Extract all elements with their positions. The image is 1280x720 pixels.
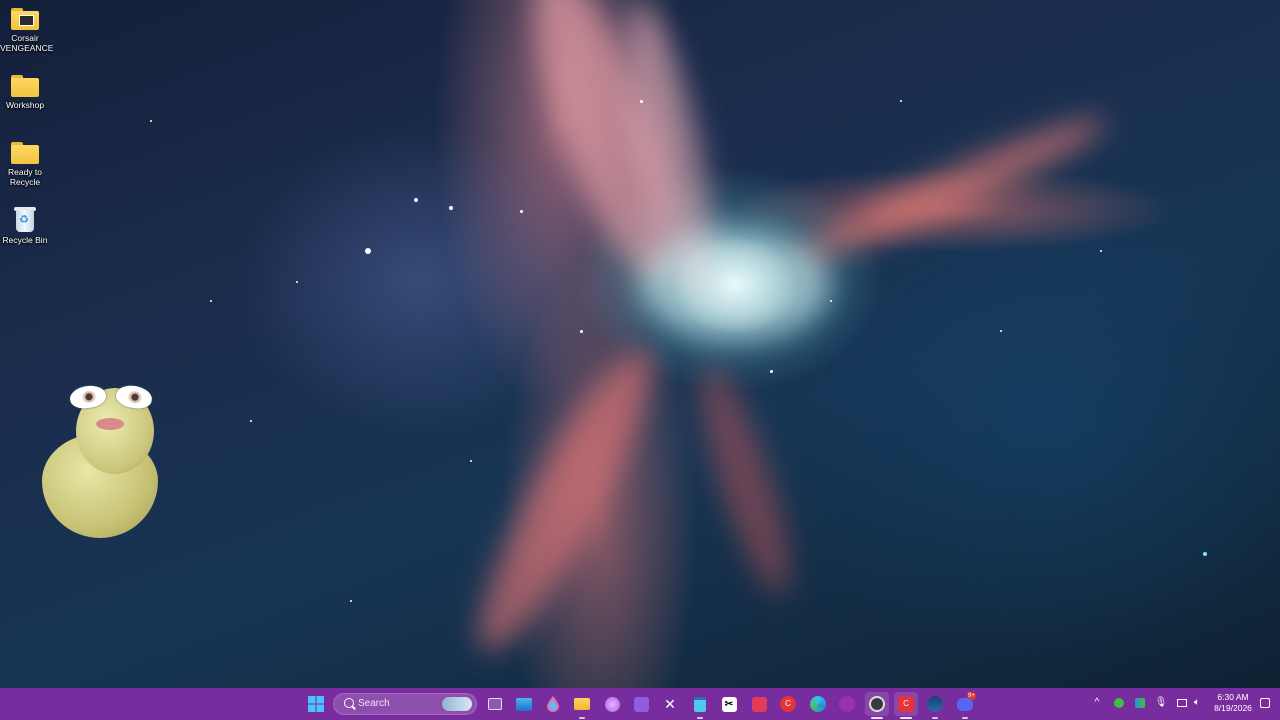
clock-date: 8/19/2026 — [1214, 703, 1252, 713]
desktop-icon-ready-to-recycle[interactable]: Ready to Recycle — [0, 142, 50, 187]
app-grid-button[interactable] — [629, 692, 653, 716]
task-view-button[interactable] — [483, 692, 507, 716]
steam-icon — [927, 696, 943, 712]
copilot-icon — [604, 696, 620, 712]
photos-button[interactable] — [512, 692, 536, 716]
tray-volume[interactable]: 🔈︎ — [1190, 696, 1204, 710]
folder-icon — [11, 75, 39, 97]
edge-button[interactable] — [806, 692, 830, 716]
display-icon — [1177, 699, 1187, 707]
canva-red-button[interactable]: C — [776, 692, 800, 716]
purple-app-icon — [839, 696, 855, 712]
app-grid-icon — [633, 696, 649, 712]
tray-microphone[interactable]: 🎙︎ — [1154, 696, 1168, 710]
desktop-icon-label: Corsair VENGEANCE — [0, 33, 54, 53]
volume-icon: 🔈︎ — [1194, 697, 1200, 708]
show-hidden-icons-button[interactable]: ^ — [1090, 696, 1104, 710]
tray-defender[interactable] — [1133, 696, 1147, 710]
search-highlight-art — [442, 697, 472, 711]
capcut-button[interactable]: ✂ — [717, 692, 741, 716]
discord-button[interactable]: 9+ — [953, 692, 977, 719]
desktop-icon-label: Recycle Bin — [2, 235, 48, 245]
photos-icon — [516, 697, 532, 711]
green-shield-icon — [1114, 698, 1124, 708]
desktop-icon-label: Ready to Recycle — [7, 167, 43, 187]
red-app-button[interactable] — [747, 692, 771, 716]
capcut-icon: ✂ — [721, 696, 737, 712]
clock-time: 6:30 AM — [1217, 692, 1249, 702]
folder-icon — [11, 142, 39, 164]
desktop-icon-label: Workshop — [5, 100, 45, 110]
notepad-icon — [694, 696, 706, 712]
notification-icon — [1260, 698, 1270, 708]
red-app-icon — [751, 696, 767, 712]
droplet-app-icon — [547, 696, 559, 712]
obs-button[interactable] — [865, 692, 889, 719]
edge-icon — [810, 696, 826, 712]
steam-button[interactable] — [923, 692, 947, 719]
taskbar-clock[interactable]: 6:30 AM 8/19/2026 — [1208, 692, 1258, 714]
recycle-bin-icon: ♻ — [14, 206, 36, 232]
desktop-icon-recycle-bin[interactable]: ♻ Recycle Bin — [0, 206, 50, 245]
tray-network[interactable] — [1175, 696, 1189, 710]
duck-lips — [96, 418, 124, 430]
desktop-icon-corsair-vengeance[interactable]: Corsair VENGEANCE — [0, 8, 54, 53]
canva-active-icon: C — [898, 696, 914, 712]
obs-icon — [869, 696, 885, 712]
folder-image-icon — [11, 8, 39, 30]
desktop-wallpaper — [0, 0, 1280, 688]
defender-icon — [1135, 698, 1145, 708]
duck-figurine-widget[interactable] — [40, 374, 162, 540]
microphone-icon: 🎙︎ — [1154, 697, 1168, 708]
sunglasses — [68, 383, 160, 411]
droplet-app-button[interactable] — [541, 692, 565, 716]
file-explorer-button[interactable] — [570, 692, 594, 719]
start-button[interactable] — [304, 692, 328, 716]
file-explorer-icon — [574, 698, 590, 710]
notepad-button[interactable] — [688, 692, 712, 719]
discord-badge: 9+ — [967, 692, 976, 700]
task-view-icon — [488, 698, 502, 710]
desktop-icon-workshop[interactable]: Workshop — [0, 75, 50, 110]
capcut-x-icon: ✕ — [664, 696, 676, 712]
chevron-up-icon: ^ — [1094, 697, 1100, 708]
taskbar: Search ✕ ✂ C C 9+ ^ 🎙︎ 🔈︎ 6:30 AM 8/19/2… — [0, 688, 1280, 720]
canva-red-icon: C — [780, 696, 796, 712]
purple-app-button[interactable] — [835, 692, 859, 716]
tray-green-app[interactable] — [1112, 696, 1126, 710]
copilot-button[interactable] — [600, 692, 624, 716]
capcut-x-button[interactable]: ✕ — [658, 692, 682, 716]
search-icon — [344, 698, 354, 708]
windows-start-icon — [308, 696, 324, 712]
notification-center-button[interactable] — [1258, 696, 1272, 710]
canva-active-button[interactable]: C — [894, 692, 918, 719]
taskbar-search-box[interactable]: Search — [333, 693, 477, 715]
search-placeholder: Search — [358, 698, 390, 709]
